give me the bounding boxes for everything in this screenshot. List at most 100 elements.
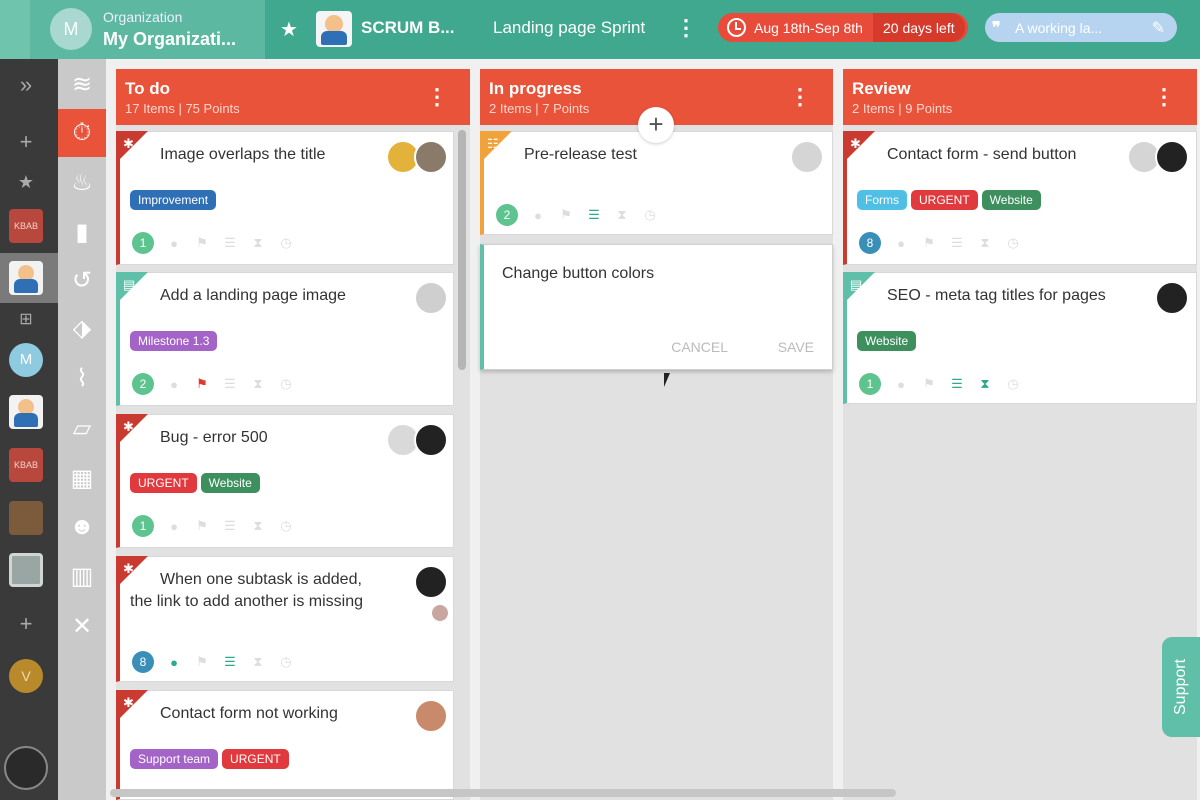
tag[interactable]: URGENT xyxy=(130,473,197,493)
sprint-menu-icon[interactable]: ⋮ xyxy=(675,14,697,42)
column-menu-icon[interactable]: ⋮ xyxy=(1153,83,1175,111)
hourglass-icon[interactable]: ⧗ xyxy=(614,207,630,223)
sprint-timer-icon[interactable]: ⏱ xyxy=(58,109,106,157)
flag-icon[interactable]: ⚑ xyxy=(194,654,210,670)
assignee-avatar[interactable] xyxy=(1155,281,1189,315)
pencil-icon[interactable]: ✎ xyxy=(1152,18,1165,38)
assignee-avatar[interactable] xyxy=(790,140,824,174)
board-horizontal-scrollbar[interactable] xyxy=(110,789,896,797)
todo-scrollbar[interactable] xyxy=(458,130,466,370)
user-avatar[interactable] xyxy=(4,746,48,790)
task-card[interactable]: ✱ Bug - error 500 URGENT Website 1 ● ⚑ ☰ ⧗ ◷ xyxy=(116,414,454,548)
organization-switcher[interactable]: M Organization My Organizati... xyxy=(30,0,265,59)
burndown-fire-icon[interactable]: ♨ xyxy=(58,159,106,207)
tag[interactable]: Forms xyxy=(857,190,907,210)
flag-icon[interactable]: ⚑ xyxy=(194,518,210,534)
support-button[interactable]: Support xyxy=(1162,637,1200,737)
assignee-avatar[interactable] xyxy=(414,281,448,315)
trash-icon[interactable]: ▥ xyxy=(58,553,106,601)
add-icon[interactable]: + xyxy=(9,125,43,159)
task-card[interactable]: ▤ SEO - meta tag titles for pages Websit… xyxy=(843,272,1197,404)
hourglass-icon[interactable]: ⧗ xyxy=(250,518,266,534)
timer-icon[interactable]: ◷ xyxy=(642,207,658,223)
assignee-avatar[interactable] xyxy=(414,140,448,174)
comment-icon[interactable]: ● xyxy=(893,236,909,251)
assignee-avatar[interactable] xyxy=(414,565,448,599)
timer-icon[interactable]: ◷ xyxy=(1005,376,1021,392)
assignee-avatar[interactable] xyxy=(1155,140,1189,174)
assignee-avatar[interactable] xyxy=(414,423,448,457)
task-card[interactable]: ▤ Add a landing page image Milestone 1.3… xyxy=(116,272,454,406)
cancel-button[interactable]: CANCEL xyxy=(671,339,728,355)
checklist-icon[interactable]: ☰ xyxy=(586,207,602,223)
sprint-name[interactable]: Landing page Sprint xyxy=(493,18,645,38)
sprint-goal[interactable]: ❞ A working la... ✎ xyxy=(985,13,1177,42)
favorite-star-icon[interactable]: ★ xyxy=(280,17,298,42)
expand-sidebar-icon[interactable]: » xyxy=(9,68,43,102)
team-icon[interactable]: ☻ xyxy=(58,503,106,551)
save-button[interactable]: SAVE xyxy=(778,339,814,355)
tag-icon[interactable]: ⬗ xyxy=(58,305,106,353)
hourglass-icon[interactable]: ⧗ xyxy=(250,376,266,392)
timer-icon[interactable]: ◷ xyxy=(278,654,294,670)
task-card[interactable]: ☷ Pre-release test 2 ● ⚑ ☰ ⧗ ◷ xyxy=(480,131,833,235)
tag[interactable]: Website xyxy=(200,473,260,493)
tag[interactable]: Website xyxy=(981,190,1041,210)
checklist-icon[interactable]: ☰ xyxy=(222,235,238,251)
column-menu-icon[interactable]: ⋮ xyxy=(426,83,448,111)
layers-icon[interactable]: ≋ xyxy=(58,61,106,109)
task-card[interactable]: ✱ Contact form - send button Forms URGEN… xyxy=(843,131,1197,265)
comment-icon[interactable]: ● xyxy=(530,208,546,223)
checklist-icon[interactable]: ☰ xyxy=(949,376,965,392)
sprint-dates-badge[interactable]: Aug 18th-Sep 8th 20 days left xyxy=(718,13,968,42)
scrum-board-avatar[interactable] xyxy=(316,11,352,47)
attachment-icon[interactable]: ⌇ xyxy=(58,355,106,403)
checklist-icon[interactable]: ☰ xyxy=(222,654,238,670)
settings-tools-icon[interactable]: ✕ xyxy=(58,603,106,651)
chart-icon[interactable]: ▮ xyxy=(58,209,106,257)
task-card[interactable]: ✱ When one subtask is added, the link to… xyxy=(116,556,454,682)
workspace-m[interactable]: M xyxy=(9,343,43,377)
flag-icon[interactable]: ⚑ xyxy=(194,235,210,251)
timer-icon[interactable]: ◷ xyxy=(1005,235,1021,251)
workspace-scrum-board[interactable] xyxy=(9,261,43,295)
org-tree-icon[interactable]: ⊞ xyxy=(9,303,43,337)
timer-icon[interactable]: ◷ xyxy=(278,235,294,251)
workspace-kbab-2[interactable]: KBAB xyxy=(9,448,43,482)
workspace-image-board[interactable] xyxy=(9,501,43,535)
hourglass-icon[interactable]: ⧗ xyxy=(977,376,993,392)
checklist-icon[interactable]: ☰ xyxy=(222,518,238,534)
column-menu-icon[interactable]: ⋮ xyxy=(789,83,811,111)
hourglass-icon[interactable]: ⧗ xyxy=(250,235,266,251)
add-workspace-icon[interactable]: + xyxy=(9,607,43,641)
comment-icon[interactable]: ● xyxy=(166,236,182,251)
checklist-icon[interactable]: ☰ xyxy=(949,235,965,251)
flag-icon[interactable]: ⚑ xyxy=(921,235,937,251)
tag[interactable]: URGENT xyxy=(911,190,978,210)
flag-icon[interactable]: ⚑ xyxy=(558,207,574,223)
timer-icon[interactable]: ◷ xyxy=(278,376,294,392)
comment-icon[interactable]: ● xyxy=(166,377,182,392)
history-icon[interactable]: ↺ xyxy=(58,257,106,305)
comment-icon[interactable]: ● xyxy=(166,519,182,534)
new-card-editor[interactable]: Change button colors CANCEL SAVE xyxy=(480,244,833,370)
assignee-avatar[interactable] xyxy=(414,699,448,733)
task-card[interactable]: ✱ Contact form not working Support team … xyxy=(116,690,454,800)
flag-icon[interactable]: ⚑ xyxy=(194,376,210,392)
workspace-scrum-board-2[interactable] xyxy=(9,395,43,429)
tag[interactable]: URGENT xyxy=(222,749,289,769)
workspace-v[interactable]: V xyxy=(9,659,43,693)
flag-icon[interactable]: ⚑ xyxy=(921,376,937,392)
tag[interactable]: Improvement xyxy=(130,190,217,210)
tag[interactable]: Website xyxy=(857,331,917,351)
tag[interactable]: Support team xyxy=(130,749,219,769)
task-card[interactable]: ✱ Image overlaps the title Improvement 1… xyxy=(116,131,454,265)
tag[interactable]: Milestone 1.3 xyxy=(130,331,218,351)
board-name[interactable]: SCRUM B... xyxy=(361,18,455,38)
hourglass-icon[interactable]: ⧗ xyxy=(250,654,266,670)
timer-icon[interactable]: ◷ xyxy=(278,518,294,534)
comment-icon[interactable]: ● xyxy=(893,377,909,392)
star-icon[interactable]: ★ xyxy=(9,165,43,199)
watcher-avatar[interactable] xyxy=(430,603,450,623)
comment-icon[interactable]: ● xyxy=(166,655,182,670)
